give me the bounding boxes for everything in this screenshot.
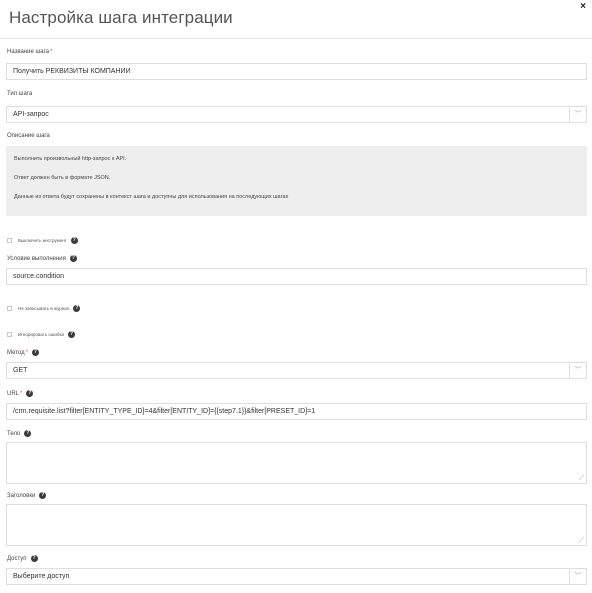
disable-tool-checkbox-row: Выключить инструмент ? (7, 237, 78, 244)
step-type-select[interactable]: API-запрос ﹀ (6, 106, 587, 123)
chevron-down-icon[interactable]: ﹀ (569, 107, 586, 122)
help-icon[interactable]: ? (39, 492, 47, 499)
url-input[interactable]: /crm.requisite.list?filter[ENTITY_TYPE_I… (6, 403, 587, 420)
ignore-errors-checkbox[interactable] (7, 332, 12, 337)
header-divider (0, 38, 592, 39)
headers-label: Заголовки? (7, 492, 47, 500)
description-box: Выполнить произвольный http-запрос к API… (6, 146, 587, 216)
access-select[interactable]: Выберите доступ ﹀ (6, 568, 587, 585)
disable-tool-label: Выключить инструмент (18, 238, 67, 243)
ignore-errors-label: Игнорировать ошибки (18, 332, 64, 337)
disable-tool-checkbox[interactable] (7, 238, 12, 243)
dialog-title: Настройка шага интеграции (9, 8, 233, 27)
url-label: URL*? (7, 390, 34, 398)
resize-grip-icon[interactable]: ⟋ (579, 537, 584, 544)
step-type-label: Тип шага (7, 91, 33, 97)
headers-textarea[interactable]: ⟋ (6, 504, 587, 546)
description-label: Описание шага (7, 133, 50, 139)
help-icon[interactable]: ? (69, 255, 77, 262)
condition-label: Условие выполнения? (7, 255, 77, 263)
step-type-value: API-запрос (13, 111, 49, 118)
method-select[interactable]: GET ﹀ (6, 362, 587, 379)
description-line: Данные из ответа будут сохранены в конте… (14, 194, 289, 200)
step-name-label: Название шага* (7, 49, 53, 55)
help-icon[interactable]: ? (67, 331, 75, 338)
required-mark: * (50, 49, 53, 55)
body-textarea[interactable]: ⟋ (6, 442, 587, 484)
help-icon[interactable]: ? (31, 349, 39, 356)
condition-input[interactable]: source.condition (6, 268, 587, 285)
method-value: GET (13, 367, 28, 374)
close-icon[interactable]: × (580, 1, 586, 12)
step-name-input[interactable]: Получить РЕКВИЗИТЫ КОМПАНИИ (6, 63, 587, 80)
description-line: Ответ должен быть в формате JSON. (14, 175, 111, 181)
access-placeholder: Выберите доступ (13, 573, 70, 580)
help-icon[interactable]: ? (30, 555, 38, 562)
no-log-checkbox-row: Не записывать в журнал ? (7, 305, 81, 312)
required-mark: * (20, 391, 23, 398)
chevron-down-icon[interactable]: ﹀ (569, 569, 586, 584)
no-log-label: Не записывать в журнал (18, 306, 70, 311)
body-label: Тело? (7, 430, 32, 438)
resize-grip-icon[interactable]: ⟋ (579, 475, 584, 482)
description-line: Выполнить произвольный http-запрос к API… (14, 156, 127, 162)
help-icon[interactable]: ? (26, 390, 34, 397)
chevron-down-icon[interactable]: ﹀ (569, 363, 586, 378)
access-label: Доступ? (7, 555, 38, 563)
ignore-errors-checkbox-row: Игнорировать ошибки ? (7, 331, 75, 338)
method-label: Метод*? (7, 349, 39, 357)
help-icon[interactable]: ? (70, 237, 78, 244)
required-mark: * (25, 350, 28, 357)
help-icon[interactable]: ? (73, 305, 81, 312)
no-log-checkbox[interactable] (7, 306, 12, 311)
help-icon[interactable]: ? (24, 430, 32, 437)
